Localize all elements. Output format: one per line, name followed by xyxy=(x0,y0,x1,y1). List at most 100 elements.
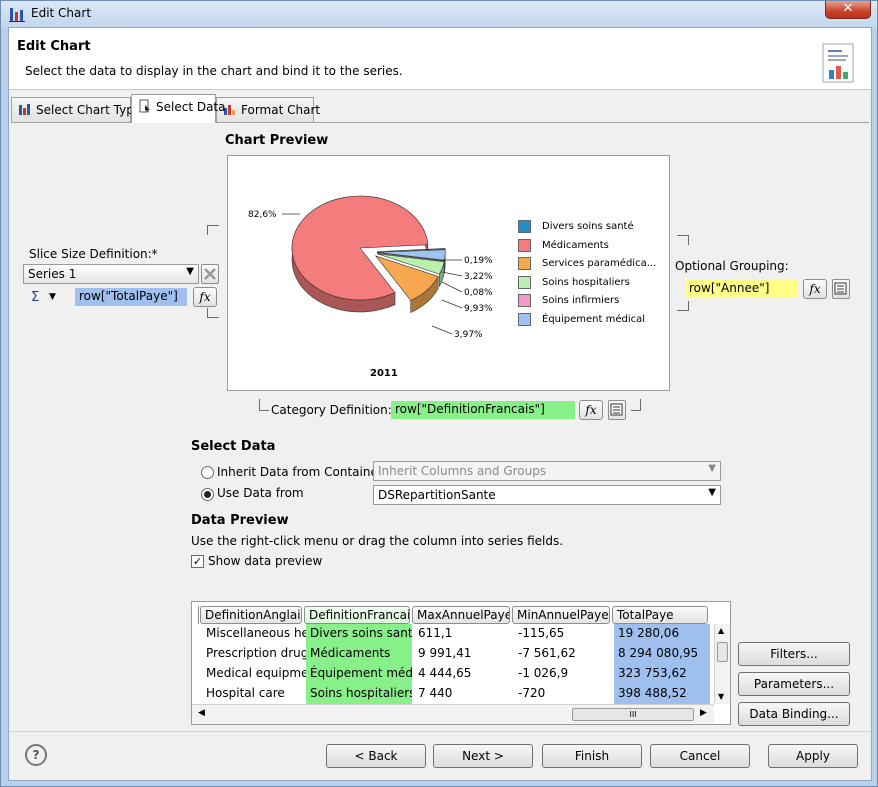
table-cell: Hospital care xyxy=(206,686,285,700)
select-data-icon xyxy=(139,99,150,113)
slice-bracket-bottom xyxy=(207,308,219,318)
use-data-label: Use Data from xyxy=(217,486,304,500)
column-header[interactable]: TotalPaye xyxy=(612,606,708,624)
legend-label: Services paramédica... xyxy=(542,258,657,269)
tab-select-chart-type[interactable]: Select Chart Type xyxy=(11,97,141,122)
pie-value-label: 9,93% xyxy=(464,304,493,314)
delete-icon xyxy=(204,268,216,280)
table-cell: 4 444,65 xyxy=(418,666,472,680)
pie-leader-line xyxy=(441,281,463,293)
fx-icon: fx xyxy=(809,282,821,296)
pie-caption: 2011 xyxy=(370,368,398,379)
table-edit-icon xyxy=(610,403,623,416)
legend-swatch xyxy=(518,312,531,326)
tab-label: Select Data xyxy=(156,100,226,114)
finish-button[interactable]: Finish xyxy=(542,744,642,768)
grouping-bracket-top xyxy=(677,235,689,245)
chart-preview-title: Chart Preview xyxy=(225,133,329,148)
legend-swatch xyxy=(518,294,531,307)
tab-select-data[interactable]: Select Data xyxy=(131,94,226,123)
pie-value-label: 82,6% xyxy=(248,210,277,220)
close-button[interactable]: ✕ xyxy=(825,1,871,19)
inherit-data-radio[interactable] xyxy=(201,466,214,479)
horizontal-scrollbar[interactable]: ◀ III ▶ xyxy=(192,704,714,724)
use-data-radio[interactable] xyxy=(201,488,214,501)
pie-leader-line xyxy=(441,299,463,309)
column-header[interactable]: DefinitionFrancais xyxy=(304,606,410,624)
inherit-data-label: Inherit Data from Container xyxy=(217,465,383,479)
column-header[interactable]: DefinitionAnglais xyxy=(200,606,302,624)
data-preview-table[interactable]: ▲ ▼ ◀ III ▶ DefinitionAnglais DefinitionF… xyxy=(191,601,731,725)
table-cell: 9 991,41 xyxy=(418,646,472,660)
pie-leader-line xyxy=(431,325,453,335)
parameters-button[interactable]: Parameters... xyxy=(738,672,850,696)
apply-button[interactable]: Apply xyxy=(768,744,858,768)
table-cell: 19 280,06 xyxy=(614,624,710,644)
show-preview-checkbox[interactable]: ✓ xyxy=(191,555,204,568)
legend-label: Soins infirmiers xyxy=(542,295,620,306)
table-cell: 398 488,52 xyxy=(614,684,710,704)
grouping-edit-button[interactable] xyxy=(832,279,850,299)
legend-swatch xyxy=(518,238,531,252)
slice-bracket-top xyxy=(207,225,219,235)
slice-size-expression[interactable]: row["TotalPaye"] xyxy=(75,288,187,306)
table-cell: 7 440 xyxy=(418,686,453,700)
aggregate-dropdown-icon[interactable]: ▼ xyxy=(49,292,56,302)
table-cell: -115,65 xyxy=(518,626,565,640)
chart-type-icon xyxy=(19,104,30,115)
inherit-columns-value: Inherit Columns and Groups xyxy=(378,464,547,478)
grouping-bracket-bottom xyxy=(677,301,689,311)
scroll-right-icon[interactable]: ▶ xyxy=(700,708,707,718)
next-button[interactable]: Next > xyxy=(433,744,533,768)
report-chart-icon xyxy=(822,43,854,83)
series-select[interactable]: Series 1 ▼ xyxy=(23,264,199,284)
series-select-value: Series 1 xyxy=(28,267,77,281)
scroll-left-icon[interactable]: ◀ xyxy=(198,708,205,718)
window-title: Edit Chart xyxy=(31,6,92,20)
back-button[interactable]: < Back xyxy=(326,744,426,768)
header-title: Edit Chart xyxy=(17,39,91,54)
grouping-fx-button[interactable]: fx xyxy=(803,279,827,299)
pie-value-label: 0,08% xyxy=(464,288,493,298)
header-description: Select the data to display in the chart … xyxy=(25,64,403,78)
chevron-down-icon: ▼ xyxy=(708,463,716,474)
title-bar[interactable]: Edit Chart ✕ xyxy=(1,1,877,27)
table-cell: Prescription drugs xyxy=(206,646,312,660)
column-header[interactable]: MinAnnuelPaye xyxy=(512,606,610,624)
pie-chart: 0,19% 82,6% 9,93% 3,97% 0,08% 3,22% 2011 xyxy=(248,195,493,379)
column-header[interactable]: MaxAnnuelPaye xyxy=(412,606,510,624)
remove-series-button[interactable] xyxy=(201,264,219,284)
tab-label: Format Chart xyxy=(241,103,321,117)
data-source-select[interactable]: DSRepartitionSante ▼ xyxy=(373,485,721,505)
category-fx-button[interactable]: fx xyxy=(579,400,603,420)
legend-label: Divers soins santé xyxy=(542,221,634,232)
category-expression[interactable]: row["DefinitionFrancais"] xyxy=(391,401,575,419)
column-scroll-edge xyxy=(196,606,199,624)
tab-format-chart[interactable]: Format Chart xyxy=(216,97,320,122)
optional-grouping-expression[interactable]: row["Annee"] xyxy=(685,280,797,298)
legend-swatch xyxy=(518,257,531,270)
pie-leader-line xyxy=(441,271,463,277)
category-edit-button[interactable] xyxy=(608,400,626,420)
select-data-page: Chart Preview 0,19% 82,6% 9,93% 3,97% 0,08% 3… xyxy=(11,122,869,730)
help-icon[interactable]: ? xyxy=(25,744,47,766)
scroll-up-icon[interactable]: ▲ xyxy=(718,626,724,635)
category-bracket-left xyxy=(259,399,269,411)
table-cell: -720 xyxy=(518,686,546,700)
sigma-icon[interactable]: Σ xyxy=(31,290,39,305)
table-cell: Médicaments xyxy=(306,644,412,664)
legend-label: Médicaments xyxy=(542,239,609,251)
fx-icon: fx xyxy=(199,290,211,304)
cancel-button[interactable]: Cancel xyxy=(650,744,750,768)
vertical-scroll-thumb[interactable] xyxy=(717,642,728,662)
category-definition-label: Category Definition:* xyxy=(271,403,398,417)
data-preview-title: Data Preview xyxy=(191,513,289,528)
horizontal-scroll-thumb[interactable]: III xyxy=(572,708,694,721)
slice-fx-button[interactable]: fx xyxy=(193,287,217,307)
vertical-scrollbar[interactable]: ▲ ▼ xyxy=(714,624,730,704)
legend-label: Équipement médical xyxy=(542,313,646,325)
scroll-down-icon[interactable]: ▼ xyxy=(718,692,724,701)
show-preview-label: Show data preview xyxy=(208,554,323,568)
data-binding-button[interactable]: Data Binding... xyxy=(738,702,850,726)
filters-button[interactable]: Filters... xyxy=(738,642,850,666)
